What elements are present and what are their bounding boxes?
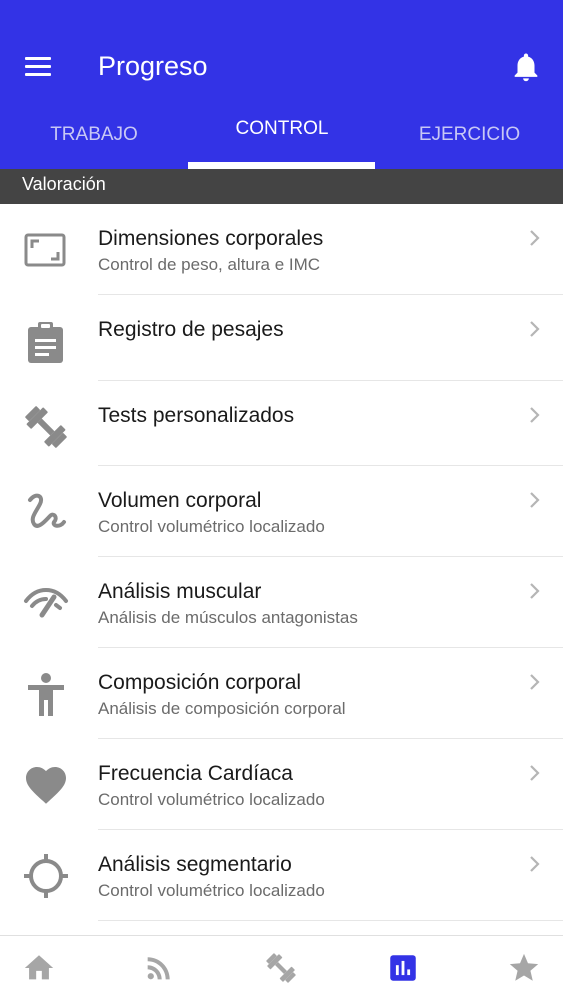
dumbbell-icon [22, 403, 70, 451]
chevron-right-icon [527, 581, 543, 601]
bell-icon[interactable] [508, 50, 544, 84]
item-subtitle: Control volumétrico localizado [98, 517, 325, 536]
tab-ejercicio[interactable]: EJERCICIO [376, 112, 563, 158]
item-label: Volumen corporal [98, 489, 262, 512]
item-subtitle: Control volumétrico localizado [98, 881, 325, 900]
gesture-icon [22, 488, 70, 536]
section-header: Valoración [0, 169, 563, 204]
home-icon[interactable] [22, 951, 56, 985]
aspect-ratio-icon [22, 226, 70, 274]
item-label: Análisis segmentario [98, 853, 292, 876]
list-item-frecuencia-cardiaca[interactable]: Frecuencia Cardíaca Control volumétrico … [0, 739, 563, 830]
item-label: Frecuencia Cardíaca [98, 762, 293, 785]
active-tab-indicator [188, 162, 375, 169]
list-item-volumen-corporal[interactable]: Volumen corporal Control volumétrico loc… [0, 466, 563, 557]
chevron-right-icon [527, 854, 543, 874]
bottom-navigation [0, 935, 563, 1001]
chevron-right-icon [527, 228, 543, 248]
crosshair-icon [22, 852, 70, 900]
bar-chart-icon[interactable] [386, 951, 420, 985]
item-subtitle: Análisis de músculos antagonistas [98, 608, 358, 627]
item-label: Tests personalizados [98, 404, 295, 427]
item-subtitle: Análisis de composición corporal [98, 699, 346, 718]
list-item-composicion-corporal[interactable]: Composición corporal Análisis de composi… [0, 648, 563, 739]
dumbbell-icon[interactable] [264, 951, 298, 985]
list-item-dimensiones-corporales[interactable]: Dimensiones corporales Control de peso, … [0, 204, 563, 295]
chevron-right-icon [527, 319, 543, 339]
menu-icon[interactable] [22, 52, 56, 82]
tab-trabajo[interactable]: TRABAJO [0, 112, 188, 158]
chevron-right-icon [527, 672, 543, 692]
item-label: Dimensiones corporales [98, 227, 324, 250]
heart-icon [22, 761, 70, 809]
chevron-right-icon [527, 763, 543, 783]
list-item-registro-de-pesajes[interactable]: Registro de pesajes [0, 295, 563, 381]
gauge-icon [22, 579, 70, 627]
chevron-right-icon [527, 405, 543, 425]
list-item-analisis-segmentario[interactable]: Análisis segmentario Control volumétrico… [0, 830, 563, 921]
page-title: Progreso [98, 51, 208, 81]
clipboard-icon [22, 317, 70, 365]
rss-feed-icon[interactable] [142, 951, 176, 985]
app-bar: Progreso TRABAJO CONTROL EJERCICIO [0, 0, 563, 169]
tab-control[interactable]: CONTROL [188, 106, 376, 152]
item-label: Registro de pesajes [98, 318, 284, 341]
item-label: Composición corporal [98, 671, 302, 694]
star-icon[interactable] [507, 951, 541, 985]
body-icon [22, 670, 70, 718]
list-item-analisis-muscular[interactable]: Análisis muscular Análisis de músculos a… [0, 557, 563, 648]
list-item-tests-personalizados[interactable]: Tests personalizados [0, 381, 563, 466]
item-subtitle: Control volumétrico localizado [98, 790, 325, 809]
item-subtitle: Control de peso, altura e IMC [98, 255, 321, 274]
chevron-right-icon [527, 490, 543, 510]
divider [98, 920, 563, 921]
item-label: Análisis muscular [98, 580, 262, 603]
valoracion-list: Dimensiones corporales Control de peso, … [0, 204, 563, 921]
